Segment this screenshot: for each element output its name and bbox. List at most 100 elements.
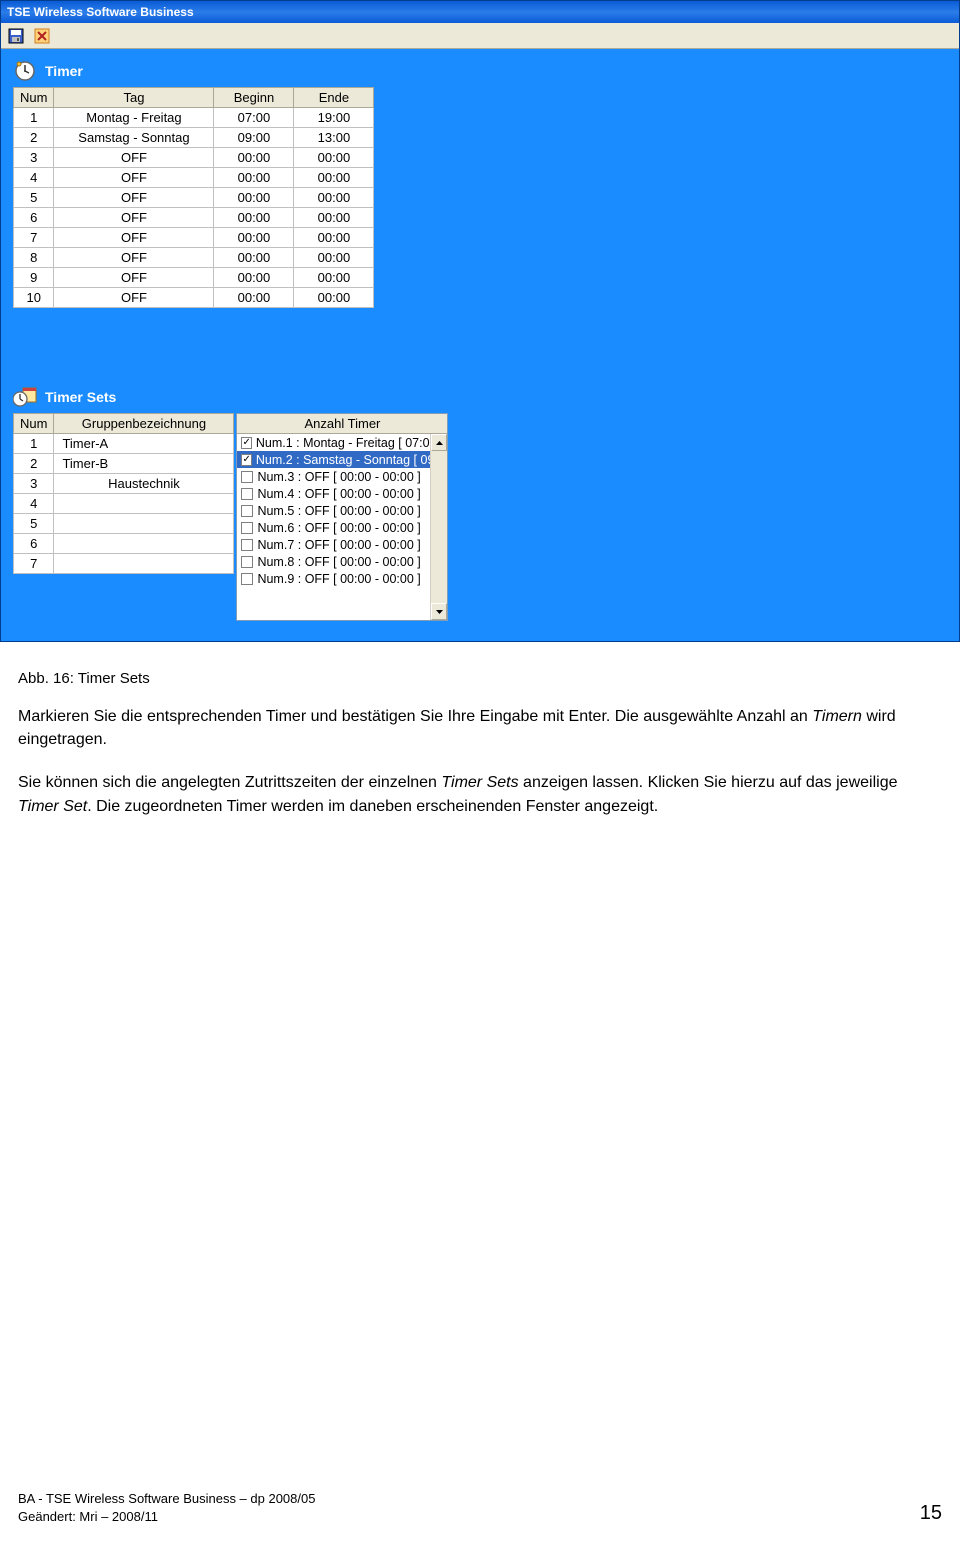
cell-tag: OFF <box>54 248 214 268</box>
table-row[interactable]: 8OFF00:0000:00 <box>14 248 374 268</box>
cell-num: 3 <box>14 148 54 168</box>
cell-num: 4 <box>14 168 54 188</box>
cell-group: Timer-A <box>54 434 234 454</box>
table-row[interactable]: 6OFF00:0000:00 <box>14 208 374 228</box>
cell-tag: OFF <box>54 148 214 168</box>
scroll-up-button[interactable] <box>431 434 447 451</box>
figure-caption: Abb. 16: Timer Sets <box>18 670 932 687</box>
list-item[interactable]: Num.1 : Montag - Freitag [ 07:00 <box>237 434 430 451</box>
cell-ende: 00:00 <box>294 228 374 248</box>
table-row[interactable]: 1Timer-A <box>14 434 234 454</box>
document-body: Abb. 16: Timer Sets Markieren Sie die en… <box>0 642 960 818</box>
cell-tag: OFF <box>54 168 214 188</box>
cell-ende: 00:00 <box>294 208 374 228</box>
list-item-label: Num.2 : Samstag - Sonntag [ 09: <box>256 453 431 467</box>
list-item-label: Num.8 : OFF [ 00:00 - 00:00 ] <box>257 555 420 569</box>
page-number: 15 <box>920 1502 942 1525</box>
checkbox[interactable] <box>241 437 251 449</box>
scroll-down-button[interactable] <box>431 603 447 620</box>
timer-sets-section-header: Timer Sets <box>13 385 947 409</box>
cell-group: Timer-B <box>54 454 234 474</box>
checkbox[interactable] <box>241 471 253 483</box>
titlebar: TSE Wireless Software Business <box>1 1 959 23</box>
cell-group <box>54 514 234 534</box>
list-item-label: Num.3 : OFF [ 00:00 - 00:00 ] <box>257 470 420 484</box>
scrollbar[interactable] <box>430 434 447 620</box>
cell-beginn: 00:00 <box>214 268 294 288</box>
table-row[interactable]: 1Montag - Freitag07:0019:00 <box>14 108 374 128</box>
toolbar <box>1 23 959 49</box>
cell-group: Haustechnik <box>54 474 234 494</box>
cell-num: 6 <box>14 534 54 554</box>
cell-beginn: 07:00 <box>214 108 294 128</box>
cell-ende: 00:00 <box>294 188 374 208</box>
timer-sets-table[interactable]: Num Gruppenbezeichnung 1Timer-A2Timer-B3… <box>13 413 234 574</box>
close-button[interactable] <box>33 27 51 45</box>
clock-calendar-icon <box>13 385 37 409</box>
cell-tag: OFF <box>54 228 214 248</box>
table-row[interactable]: 10OFF00:0000:00 <box>14 288 374 308</box>
col-beginn: Beginn <box>214 88 294 108</box>
cell-group <box>54 554 234 574</box>
table-row[interactable]: 3OFF00:0000:00 <box>14 148 374 168</box>
cell-num: 9 <box>14 268 54 288</box>
list-item[interactable]: Num.8 : OFF [ 00:00 - 00:00 ] <box>237 553 430 570</box>
cell-beginn: 00:00 <box>214 188 294 208</box>
table-row[interactable]: 5 <box>14 514 234 534</box>
caption-text: Abb. 16: Timer Sets <box>18 670 150 687</box>
timer-section-title: Timer <box>45 63 83 79</box>
list-item[interactable]: Num.7 : OFF [ 00:00 - 00:00 ] <box>237 536 430 553</box>
table-row[interactable]: 3Haustechnik <box>14 474 234 494</box>
list-item-label: Num.7 : OFF [ 00:00 - 00:00 ] <box>257 538 420 552</box>
cell-tag: Samstag - Sonntag <box>54 128 214 148</box>
cell-beginn: 00:00 <box>214 168 294 188</box>
checkbox[interactable] <box>241 556 253 568</box>
anzahl-timer-panel: Anzahl Timer Num.1 : Montag - Freitag [ … <box>236 413 448 621</box>
floppy-icon <box>8 28 24 44</box>
table-row[interactable]: 4 <box>14 494 234 514</box>
table-row[interactable]: 2Samstag - Sonntag09:0013:00 <box>14 128 374 148</box>
list-item[interactable]: Num.4 : OFF [ 00:00 - 00:00 ] <box>237 485 430 502</box>
table-row[interactable]: 2Timer-B <box>14 454 234 474</box>
table-row[interactable]: 5OFF00:0000:00 <box>14 188 374 208</box>
col-num: Num <box>14 88 54 108</box>
cell-num: 7 <box>14 228 54 248</box>
app-window: TSE Wireless Software Business <box>0 0 960 642</box>
checkbox[interactable] <box>241 522 253 534</box>
footer-line-1: BA - TSE Wireless Software Business – dp… <box>18 1490 315 1508</box>
list-item[interactable]: Num.3 : OFF [ 00:00 - 00:00 ] <box>237 468 430 485</box>
chevron-down-icon <box>436 610 443 614</box>
cell-ende: 00:00 <box>294 168 374 188</box>
checkbox[interactable] <box>241 454 251 466</box>
cell-beginn: 00:00 <box>214 208 294 228</box>
list-item-label: Num.4 : OFF [ 00:00 - 00:00 ] <box>257 487 420 501</box>
timer-table[interactable]: Num Tag Beginn Ende 1Montag - Freitag07:… <box>13 87 374 308</box>
cell-num: 5 <box>14 188 54 208</box>
table-row[interactable]: 7 <box>14 554 234 574</box>
list-item-label: Num.1 : Montag - Freitag [ 07:00 <box>256 436 431 450</box>
paragraph-2: Sie können sich die angelegten Zutrittsz… <box>18 771 932 817</box>
list-item[interactable]: Num.9 : OFF [ 00:00 - 00:00 ] <box>237 570 430 587</box>
checkbox[interactable] <box>241 573 253 585</box>
cell-beginn: 00:00 <box>214 148 294 168</box>
table-row[interactable]: 9OFF00:0000:00 <box>14 268 374 288</box>
cell-tag: OFF <box>54 268 214 288</box>
list-item[interactable]: Num.5 : OFF [ 00:00 - 00:00 ] <box>237 502 430 519</box>
table-row[interactable]: 6 <box>14 534 234 554</box>
cell-num: 4 <box>14 494 54 514</box>
cell-group <box>54 534 234 554</box>
save-button[interactable] <box>7 27 25 45</box>
list-item[interactable]: Num.6 : OFF [ 00:00 - 00:00 ] <box>237 519 430 536</box>
cell-num: 7 <box>14 554 54 574</box>
checkbox[interactable] <box>241 539 253 551</box>
cell-num: 5 <box>14 514 54 534</box>
cell-num: 2 <box>14 454 54 474</box>
cell-num: 1 <box>14 434 54 454</box>
checkbox[interactable] <box>241 505 253 517</box>
table-row[interactable]: 7OFF00:0000:00 <box>14 228 374 248</box>
cell-beginn: 00:00 <box>214 288 294 308</box>
cell-ende: 00:00 <box>294 288 374 308</box>
table-row[interactable]: 4OFF00:0000:00 <box>14 168 374 188</box>
list-item[interactable]: Num.2 : Samstag - Sonntag [ 09: <box>237 451 430 468</box>
checkbox[interactable] <box>241 488 253 500</box>
